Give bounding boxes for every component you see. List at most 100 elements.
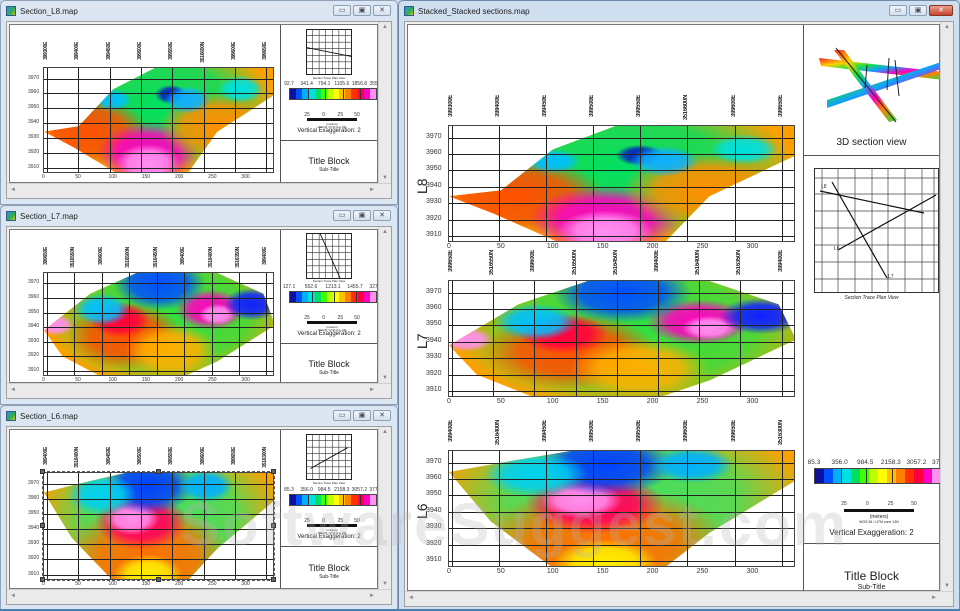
y-tick-label: 3960 [28, 89, 40, 96]
easting-label: 3516300N [777, 420, 784, 446]
scroll-left-arrow[interactable]: ◄ [10, 187, 16, 193]
x-tick-label: 300 [746, 568, 759, 575]
map-page[interactable]: 3970 3960 3950 3940 3930 3920 3910 0 50 100 150 200… [9, 229, 385, 383]
restore-button[interactable]: ▣ [909, 5, 927, 16]
scroll-up-arrow[interactable]: ▲ [382, 24, 388, 30]
section-plot-l7[interactable]: 3970 3960 3950 3940 3930 3920 3910 0 50 100 150 200… [18, 230, 278, 388]
section-plot-l6[interactable]: 3970 3960 3950 3940 3930 3920 3910 0 50 100 150 200… [408, 405, 798, 585]
scroll-up-arrow[interactable]: ▲ [944, 24, 950, 30]
grid-line [449, 528, 794, 530]
x-tick-label: 100 [108, 581, 117, 587]
minimize-button[interactable]: ▭ [333, 410, 351, 421]
section-frame[interactable] [43, 67, 274, 173]
y-tick-label: 3910 [426, 385, 442, 393]
window-section-l6[interactable]: Section_L6.map ▭ ▣ ✕ 3970 3960 3950 3940 393… [0, 405, 398, 611]
minimize-button[interactable]: ▭ [889, 5, 907, 16]
colorbar-segment [923, 469, 932, 483]
scroll-up-arrow[interactable]: ▲ [382, 229, 388, 235]
scroll-down-arrow[interactable]: ▼ [382, 175, 388, 181]
selection-handle[interactable] [40, 523, 45, 528]
x-tick-label: 100 [108, 174, 117, 180]
minimize-button[interactable]: ▭ [333, 5, 351, 16]
colorbar-tick: 984.5 [317, 487, 331, 493]
horizontal-scrollbar[interactable]: ◄ ► [7, 383, 391, 398]
titlebar[interactable]: Stacked_Stacked sections.map [399, 1, 959, 21]
x-tick-label: 0 [447, 398, 451, 405]
grid-line [449, 219, 794, 221]
selection-handle[interactable] [40, 469, 45, 474]
window-stacked-sections[interactable]: Stacked_Stacked sections.map ▭ ▣ ✕ 3970 3… [398, 0, 960, 611]
easting-grid-line [452, 126, 453, 241]
x-tick-label: 50 [496, 568, 505, 575]
scroll-right-arrow[interactable]: ► [369, 593, 375, 599]
section-plot-l8[interactable]: 3970 3960 3950 3940 3930 3920 3910 0 50 100 150 200… [18, 25, 278, 185]
scroll-right-arrow[interactable]: ► [931, 595, 937, 601]
y-tick-label: 3970 [28, 479, 40, 486]
scroll-left-arrow[interactable]: ◄ [10, 387, 16, 393]
selection-handle[interactable] [40, 577, 45, 582]
section-frame[interactable] [42, 471, 275, 581]
map-page[interactable]: 3970 3960 3950 3940 3930 3920 3910 0 50 100 150 200… [9, 429, 385, 592]
scroll-right-arrow[interactable]: ► [369, 187, 375, 193]
y-tick-label: 3920 [426, 369, 442, 377]
section-plot-l8[interactable]: 3970 3960 3950 3940 3930 3920 3910 0 50 100 150 200… [408, 80, 798, 260]
map-page[interactable]: 3970 3960 3950 3940 3930 3920 3910 0 50 100 150 200… [407, 24, 952, 591]
vertical-scrollbar[interactable]: ▲ ▼ [378, 427, 391, 589]
easting-grid-line [687, 451, 689, 566]
section-line-label: L6 [414, 502, 430, 519]
map-page[interactable]: 3970 3960 3950 3940 3930 3920 3910 0 50 100 150 200… [9, 24, 385, 185]
easting-label: 3516600N [683, 95, 690, 121]
section-plot-l7[interactable]: 3970 3960 3950 3940 3930 3920 3910 0 50 100 150 200… [408, 235, 798, 415]
window-section-l7[interactable]: Section_L7.map ▭ ▣ ✕ 3970 3960 3950 3940 393… [0, 205, 398, 405]
trace-plan-caption: Section Trace Plan View [312, 76, 346, 80]
scroll-left-arrow[interactable]: ◄ [10, 593, 16, 599]
section-frame[interactable] [448, 280, 795, 397]
section-frame[interactable] [448, 450, 795, 567]
easting-label: 3516350N [235, 247, 242, 268]
scroll-right-arrow[interactable]: ► [369, 387, 375, 393]
vertical-scrollbar[interactable]: ▲ ▼ [378, 22, 391, 183]
selection-handle[interactable] [271, 469, 276, 474]
horizontal-scrollbar[interactable]: ◄ ► [7, 589, 391, 604]
scroll-down-arrow[interactable]: ▼ [382, 375, 388, 381]
section-plot-l6[interactable]: 3970 3960 3950 3940 3930 3920 3910 0 50 100 150 200… [18, 430, 278, 592]
window-section-l8[interactable]: Section_L8.map ▭ ▣ ✕ 3970 3960 3950 3940 393… [0, 0, 398, 205]
x-tick-label: 200 [174, 174, 184, 180]
scroll-up-arrow[interactable]: ▲ [382, 429, 388, 435]
restore-button[interactable]: ▣ [353, 5, 371, 16]
close-button[interactable]: ✕ [373, 5, 391, 16]
close-button[interactable]: ✕ [929, 5, 953, 16]
scroll-left-arrow[interactable]: ◄ [408, 595, 414, 601]
y-tick-label: 3920 [28, 555, 40, 562]
selection-handle[interactable] [271, 577, 276, 582]
minimize-button[interactable]: ▭ [333, 210, 351, 221]
selection-handle[interactable] [271, 523, 276, 528]
easting-label: 399400E [777, 250, 784, 272]
section-frame[interactable] [448, 125, 795, 242]
selection-handle[interactable] [155, 577, 161, 582]
scroll-down-arrow[interactable]: ▼ [382, 581, 388, 587]
restore-button[interactable]: ▣ [353, 210, 371, 221]
restore-button[interactable]: ▣ [353, 410, 371, 421]
y-tick-label: 3930 [28, 133, 40, 140]
grid-line [449, 325, 794, 327]
close-button[interactable]: ✕ [373, 210, 391, 221]
easting-label: 399400E [43, 447, 49, 465]
section-frame[interactable] [43, 272, 274, 376]
vertical-exaggeration: Vertical Exaggeration: 2 [829, 528, 914, 537]
colorbar-divider [325, 89, 327, 99]
horizontal-scrollbar[interactable]: ◄ ► [7, 183, 391, 198]
scroll-down-arrow[interactable]: ▼ [944, 583, 950, 589]
selection-handle[interactable] [155, 469, 161, 474]
vertical-scrollbar[interactable]: ▲ ▼ [378, 227, 391, 383]
vertical-scrollbar[interactable]: ▲ ▼ [940, 22, 953, 591]
horizontal-scrollbar[interactable]: ◄ ► [405, 591, 953, 606]
easting-grid-line [172, 68, 174, 172]
resistivity-image [449, 281, 794, 396]
colorbar-tick: 127.1 [282, 284, 296, 290]
easting-grid-line [78, 473, 80, 579]
close-button[interactable]: ✕ [373, 410, 391, 421]
easting-label: 399650E [231, 447, 238, 465]
trace-plan-map [305, 29, 353, 75]
easting-label: 399500E [589, 420, 596, 442]
